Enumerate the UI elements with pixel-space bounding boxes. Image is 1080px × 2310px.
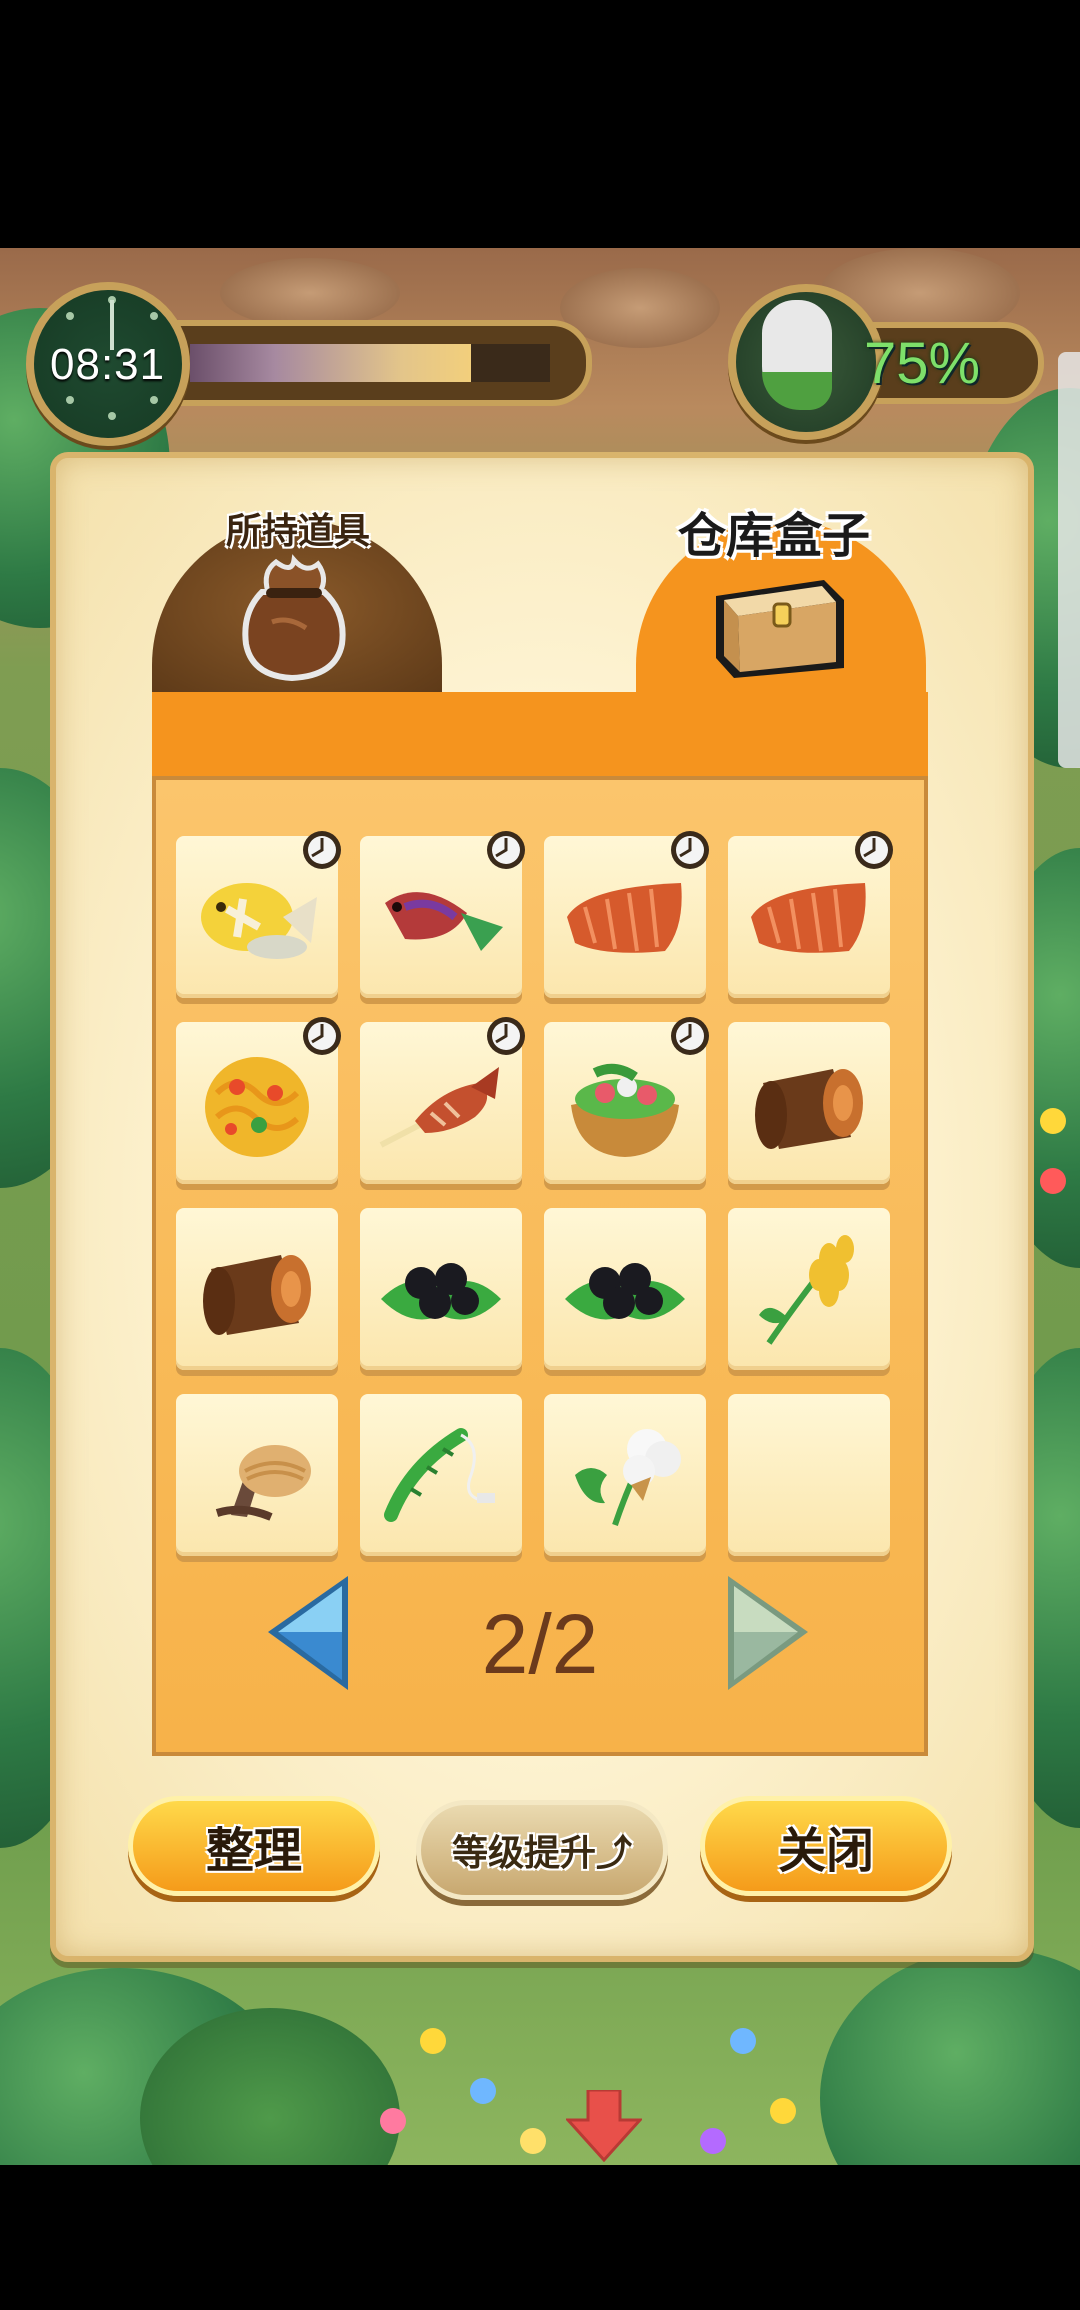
sort-button[interactable]: 整理	[128, 1796, 380, 1896]
black-berries-icon	[565, 1263, 685, 1320]
wood-log-icon	[203, 1255, 311, 1335]
timer-icon	[300, 828, 344, 872]
black-berries-icon	[381, 1263, 501, 1320]
inventory-slot-9[interactable]	[176, 1208, 338, 1370]
wheat-icon	[759, 1235, 854, 1345]
chest-icon	[716, 580, 844, 678]
time-progress-fill	[190, 344, 471, 382]
inventory-slot-16-empty[interactable]	[728, 1394, 890, 1556]
sort-button-label: 整理	[205, 1823, 302, 1879]
tab-owned-items-label: 所持道具	[226, 511, 371, 552]
timer-icon	[484, 828, 528, 872]
inventory-slot-14[interactable]	[360, 1394, 522, 1556]
inventory-slot-13[interactable]	[176, 1394, 338, 1556]
mushroom-icon	[215, 1445, 311, 1521]
inventory-slot-12[interactable]	[728, 1208, 890, 1370]
inventory-slot-10[interactable]	[360, 1208, 522, 1370]
close-button-label: 关闭	[777, 1823, 874, 1879]
timer-icon	[300, 1014, 344, 1058]
timer-icon	[852, 828, 896, 872]
next-page-arrow-icon[interactable]	[724, 1572, 814, 1694]
inventory-slot-8[interactable]	[728, 1022, 890, 1184]
timer-icon	[668, 1014, 712, 1058]
close-button[interactable]: 关闭	[700, 1796, 952, 1896]
cotton-plant-icon	[575, 1429, 681, 1526]
inventory-slot-11[interactable]	[544, 1208, 706, 1370]
page-indicator: 2/2	[481, 1597, 599, 1691]
wood-log-icon	[755, 1069, 863, 1149]
scroll-handle[interactable]	[1058, 352, 1080, 768]
timer-icon	[668, 828, 712, 872]
upgrade-button[interactable]: 等级提升⤴	[416, 1800, 668, 1900]
inventory-slot-15[interactable]	[544, 1394, 706, 1556]
bamboo-whip-icon	[384, 1428, 495, 1522]
prev-page-arrow-icon[interactable]	[262, 1572, 352, 1694]
clock-time: 08:31	[50, 340, 166, 389]
tab-storage-box-label: 仓库盒子	[678, 508, 871, 564]
tab-strip	[152, 692, 928, 776]
down-arrow-icon[interactable]	[566, 2090, 642, 2162]
stomach-percent: 75%	[864, 331, 981, 396]
timer-icon	[484, 1014, 528, 1058]
time-progress-track	[190, 344, 550, 382]
upgrade-button-label: 等级提升⤴	[451, 1833, 632, 1874]
bag-icon	[242, 554, 346, 682]
game-screen: 08:31 75% 所持道具 仓库盒子 2/2 整理 等级提升⤴ 关闭	[0, 0, 1080, 2310]
